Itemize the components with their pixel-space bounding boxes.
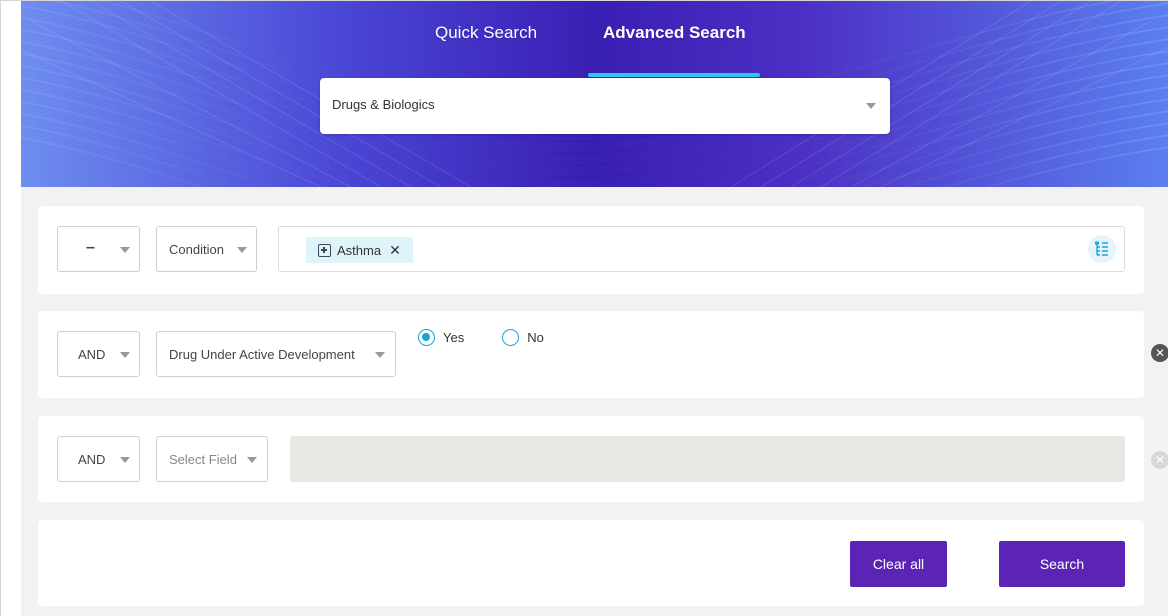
query-builder: – Condition Asthma ✕ AND Drug Under Acti… (21, 187, 1168, 616)
remove-row-icon: ✕ (1151, 451, 1168, 469)
clear-all-button[interactable]: Clear all (850, 541, 947, 587)
operator-value: AND (78, 347, 106, 362)
caret-down-icon (120, 352, 130, 358)
radio-yes[interactable]: Yes (418, 329, 464, 346)
category-select-value: Drugs & Biologics (332, 97, 435, 112)
operator-dropdown[interactable]: – (57, 226, 140, 272)
operator-value: AND (78, 452, 106, 467)
caret-down-icon (375, 352, 385, 358)
page-frame: Quick Search Advanced Search Drugs & Bio… (0, 0, 1168, 616)
hierarchy-tree-icon[interactable] (1088, 235, 1116, 263)
radio-selected-icon (418, 329, 435, 346)
selected-chip: Asthma ✕ (306, 237, 413, 263)
operator-value: – (86, 239, 95, 256)
tab-advanced-search[interactable]: Advanced Search (603, 23, 746, 43)
operator-dropdown[interactable]: AND (57, 331, 140, 377)
radio-unselected-icon (502, 329, 520, 346)
chip-label: Asthma (337, 242, 382, 258)
caret-down-icon (120, 247, 130, 253)
radio-label: Yes (443, 330, 465, 345)
field-value: Condition (169, 242, 224, 257)
caret-down-icon (237, 247, 247, 253)
yes-no-radio-group: Yes No (418, 329, 582, 346)
field-dropdown[interactable]: Condition (156, 226, 257, 272)
caret-down-icon (866, 103, 876, 109)
query-row: AND Drug Under Active Development Yes No (38, 311, 1144, 398)
caret-down-icon (120, 457, 130, 463)
search-button[interactable]: Search (999, 541, 1125, 587)
active-tab-indicator (588, 73, 760, 77)
actions-bar: Clear all Search (38, 520, 1144, 606)
field-value: Drug Under Active Development (169, 347, 355, 362)
close-icon[interactable]: ✕ (389, 242, 401, 259)
radio-label: No (527, 330, 544, 345)
tab-quick-search[interactable]: Quick Search (435, 23, 537, 43)
query-row: – Condition Asthma ✕ (38, 206, 1144, 294)
search-tabs: Quick Search Advanced Search (21, 19, 1168, 77)
disabled-value-input (290, 436, 1125, 482)
category-select[interactable]: Drugs & Biologics (320, 78, 890, 134)
remove-row-icon[interactable]: ✕ (1151, 344, 1168, 362)
condition-value-input[interactable]: Asthma ✕ (278, 226, 1125, 272)
radio-no[interactable]: No (502, 329, 544, 346)
caret-down-icon (247, 457, 257, 463)
expand-plus-icon[interactable] (318, 243, 331, 257)
hero-banner: Quick Search Advanced Search Drugs & Bio… (21, 1, 1168, 187)
operator-dropdown[interactable]: AND (57, 436, 140, 482)
query-row: AND Select Field (38, 416, 1144, 502)
field-dropdown[interactable]: Drug Under Active Development (156, 331, 396, 377)
field-dropdown[interactable]: Select Field (156, 436, 268, 482)
field-placeholder: Select Field (169, 452, 237, 467)
